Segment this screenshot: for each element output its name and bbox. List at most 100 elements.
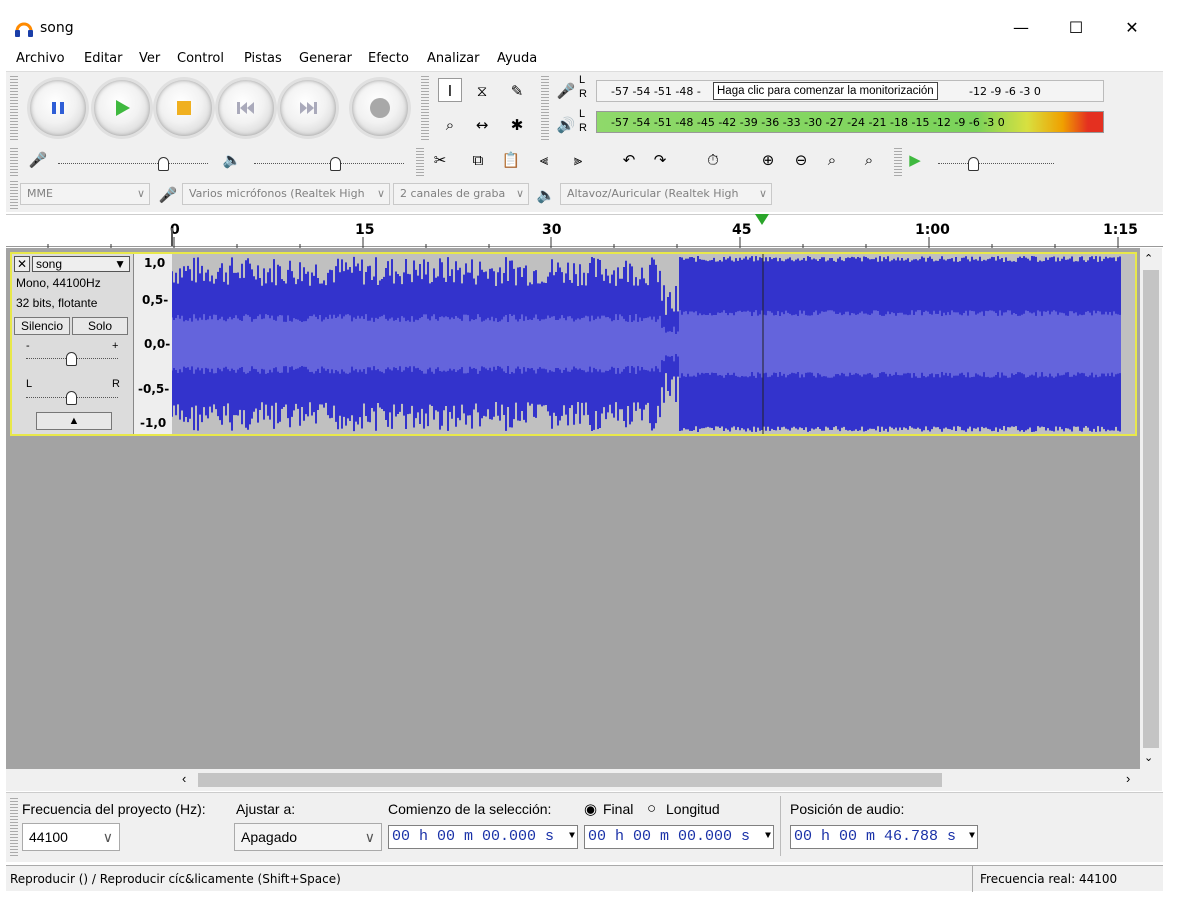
record-button[interactable]: [352, 80, 408, 136]
status-message: Reproducir () / Reproducir cíc&licamente…: [10, 872, 341, 886]
audio-position-time[interactable]: 00 h 00 m 46.788 s ▼: [790, 825, 978, 849]
redo-icon[interactable]: ↷: [648, 147, 672, 171]
fit-selection-icon[interactable]: ⌕: [820, 147, 844, 171]
play-at-speed-grip[interactable]: [894, 146, 902, 176]
vertical-scrollbar[interactable]: ⌃ ⌄: [1140, 248, 1162, 769]
skip-end-button[interactable]: [280, 80, 336, 136]
channels-value: 2 canales de graba: [400, 187, 506, 200]
scroll-right-icon[interactable]: ›: [1126, 771, 1130, 786]
track-name-menu[interactable]: song ▼: [32, 256, 130, 272]
scroll-down-icon[interactable]: ⌄: [1144, 751, 1153, 764]
record-meter-scale-tail: -12 -9 -6 -3 0: [969, 85, 1041, 98]
monitor-tooltip: Haga clic para comenzar la monitorizació…: [713, 82, 938, 100]
silence-icon[interactable]: ⫸: [566, 147, 590, 171]
draw-tool-icon[interactable]: ✎: [505, 78, 529, 102]
mute-button[interactable]: Silencio: [14, 317, 70, 335]
solo-button[interactable]: Solo: [72, 317, 128, 335]
menu-archivo[interactable]: Archivo: [16, 51, 65, 66]
close-button[interactable]: ✕: [1109, 14, 1155, 42]
vertical-scroll-thumb[interactable]: [1143, 270, 1159, 748]
horizontal-scrollbar[interactable]: ‹ ›: [6, 769, 1140, 791]
recording-volume-slider[interactable]: [58, 148, 208, 171]
ruler-tick-115: 1:15: [1103, 222, 1138, 238]
toolbar-grip[interactable]: [10, 74, 18, 140]
menu-pistas[interactable]: Pistas: [244, 51, 282, 66]
zoom-out-icon[interactable]: ⊖: [789, 147, 813, 171]
timeshift-tool-icon[interactable]: ↔: [470, 112, 494, 136]
playhead-marker-icon[interactable]: [755, 214, 769, 226]
waveform[interactable]: [172, 254, 1135, 434]
selection-grip[interactable]: [10, 796, 18, 856]
channels-select[interactable]: 2 canales de graba ∨: [393, 183, 529, 205]
stop-button[interactable]: [156, 80, 212, 136]
maximize-button[interactable]: ☐: [1053, 14, 1099, 42]
collapse-button[interactable]: ▲: [36, 412, 112, 430]
menu-ayuda[interactable]: Ayuda: [497, 51, 537, 66]
scale-label: -0,5-: [138, 382, 170, 396]
play-at-speed-icon[interactable]: ▶: [903, 147, 927, 171]
end-radio-icon[interactable]: ◉: [584, 800, 597, 818]
cut-icon[interactable]: ✂: [428, 147, 452, 171]
speaker-icon[interactable]: 🔊: [554, 112, 578, 136]
multi-tool-icon[interactable]: ✱: [505, 112, 529, 136]
playback-device-select[interactable]: Altavoz/Auricular (Realtek High ∨: [560, 183, 772, 205]
horizontal-scroll-thumb[interactable]: [198, 773, 942, 787]
mixer-grip[interactable]: [10, 146, 18, 176]
zoom-tool-icon[interactable]: ⌕: [438, 112, 462, 136]
envelope-tool-icon[interactable]: ⧖: [470, 78, 494, 102]
copy-icon[interactable]: ⧉: [466, 147, 490, 171]
time-format-dropdown-icon: ▼: [764, 831, 771, 842]
selection-start-time[interactable]: 00 h 00 m 00.000 s ▼: [388, 825, 578, 849]
menu-control[interactable]: Control: [177, 51, 224, 66]
undo-icon[interactable]: ↶: [617, 147, 641, 171]
recording-device-value: Varios micrófonos (Realtek High: [189, 187, 365, 200]
ruler-tick-45: 45: [732, 222, 752, 238]
tools-grip[interactable]: [421, 74, 429, 140]
recording-device-select[interactable]: Varios micrófonos (Realtek High ∨: [182, 183, 390, 205]
pan-slider[interactable]: [26, 386, 118, 405]
playback-meter[interactable]: -57 -54 -51 -48 -45 -42 -39 -36 -33 -30 …: [596, 111, 1104, 133]
paste-icon[interactable]: 📋: [499, 147, 523, 171]
window-title: song: [40, 20, 74, 36]
menu-editar[interactable]: Editar: [84, 51, 123, 66]
project-rate-select[interactable]: 44100 ∨: [22, 823, 120, 851]
gain-slider[interactable]: [26, 347, 118, 366]
menu-generar[interactable]: Generar: [299, 51, 352, 66]
snap-select[interactable]: Apagado ∨: [234, 823, 382, 851]
meter-grip[interactable]: [541, 74, 549, 140]
play-speed-slider[interactable]: [938, 148, 1054, 171]
play-button[interactable]: [94, 80, 150, 136]
scroll-left-icon[interactable]: ‹: [182, 771, 186, 786]
scale-label: -1,0: [140, 416, 167, 430]
edit-grip[interactable]: [416, 146, 424, 176]
audio-host-select[interactable]: MME ∨: [20, 183, 150, 205]
pause-button[interactable]: [30, 80, 86, 136]
device-grip[interactable]: [10, 181, 18, 209]
playback-volume-icon: 🔈: [222, 151, 242, 169]
skip-end-icon: [300, 102, 317, 114]
length-radio-icon[interactable]: ○: [647, 800, 656, 817]
selection-start-value: 00 h 00 m 00.000 s: [392, 828, 555, 845]
title-bar: [6, 10, 1163, 48]
microphone-icon[interactable]: 🎤: [554, 78, 578, 102]
trim-icon[interactable]: ⫷: [532, 147, 556, 171]
record-meter-scale: -57 -54 -51 -48 -: [611, 85, 701, 98]
fit-project-icon[interactable]: ⌕: [857, 147, 881, 171]
playback-volume-slider[interactable]: [254, 148, 404, 171]
mic-volume-icon: 🎤: [28, 151, 48, 169]
track-menu-icon: ▼: [114, 257, 126, 271]
selection-tool-icon[interactable]: I: [438, 78, 462, 102]
menu-ver[interactable]: Ver: [139, 51, 160, 66]
skip-start-button[interactable]: [218, 80, 274, 136]
scroll-up-icon[interactable]: ⌃: [1144, 252, 1153, 265]
sync-lock-icon[interactable]: ⏱: [701, 147, 725, 171]
project-rate-value: 44100: [29, 829, 68, 845]
selection-end-time[interactable]: 00 h 00 m 00.000 s ▼: [584, 825, 774, 849]
minimize-button[interactable]: —: [998, 14, 1044, 42]
track-close-icon[interactable]: ✕: [14, 256, 30, 272]
playback-device-value: Altavoz/Auricular (Realtek High: [567, 187, 739, 200]
zoom-in-icon[interactable]: ⊕: [756, 147, 780, 171]
scale-label: 0,5-: [142, 293, 169, 307]
menu-efecto[interactable]: Efecto: [368, 51, 409, 66]
menu-analizar[interactable]: Analizar: [427, 51, 479, 66]
